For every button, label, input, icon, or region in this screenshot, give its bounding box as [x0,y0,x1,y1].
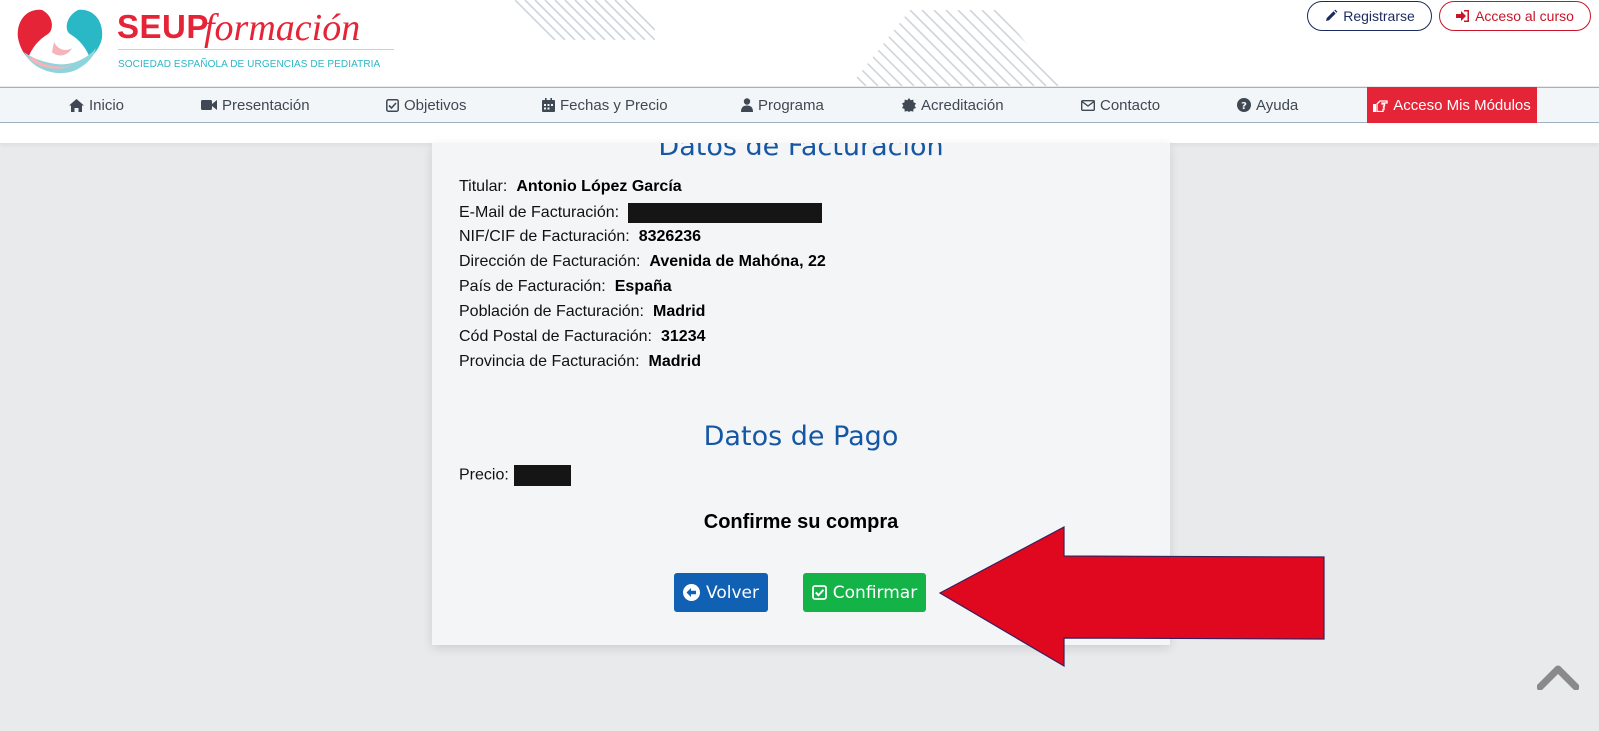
pencil-icon [1326,9,1338,21]
nav-label: Inicio [89,96,125,114]
billing-row-direccion: Dirección de Facturación: Avenida de Mahó… [459,253,826,271]
billing-label: E-Mail de Facturación: [459,204,620,222]
register-label: Registrarse [1343,8,1415,24]
course-access-label: Acceso al curso [1475,8,1574,24]
nav-label: Programa [758,96,824,114]
annotation-arrow-icon [938,526,1325,668]
payment-title: Datos de Pago [703,421,899,452]
payment-row-price: Precio: [459,465,571,486]
billing-value: 8326236 [638,228,702,245]
site-header: SEUP formación SOCIEDAD ESPAÑOLA DE URGE… [0,0,1599,86]
nav-item-acceso-mis-modulos[interactable]: Acceso Mis Módulos [1367,87,1537,123]
sign-in-icon [1456,10,1470,22]
nav-label: Fechas y Precio [560,96,668,114]
logo-divider [118,49,394,50]
arrow-circle-left-icon [683,584,701,601]
certificate-icon [902,98,916,112]
nav-item-inicio[interactable]: Inicio [69,88,124,122]
nav-item-programa[interactable]: Programa [741,88,824,122]
confirm-button[interactable]: Confirmar [803,573,926,612]
check-square-icon [386,98,399,112]
envelope-icon [1081,99,1095,111]
billing-row-email: E-Mail de Facturación: [459,203,823,223]
svg-text:?: ? [1241,101,1247,112]
user-icon [741,98,753,112]
course-access-button[interactable]: Acceso al curso [1439,1,1591,31]
seup-logo-mark [17,9,103,74]
billing-label: Titular: [459,178,508,195]
nav-label: Objetivos [404,96,467,114]
register-button[interactable]: Registrarse [1307,1,1432,31]
billing-label: Dirección de Facturación: [459,253,641,270]
billing-label: Cód Postal de Facturación: [459,328,652,345]
billing-value: Antonio López García [516,178,682,195]
confirm-label: Confirmar [832,582,918,603]
back-button[interactable]: Volver [674,573,768,612]
nav-item-contacto[interactable]: Contacto [1081,88,1160,122]
nav-item-ayuda[interactable]: ? Ayuda [1237,88,1298,122]
main-nav: Inicio Presentación Objetivos Fechas y P… [0,87,1599,123]
billing-row-titular: Titular: Antonio López García [459,178,682,196]
calendar-icon [542,98,555,112]
billing-row-provincia: Provincia de Facturación: Madrid [459,353,701,371]
nav-label: Presentación [222,96,310,114]
billing-label: NIF/CIF de Facturación: [459,228,630,245]
check-square-icon [811,585,827,600]
question-circle-icon: ? [1237,98,1251,112]
back-label: Volver [706,582,759,603]
billing-value: 31234 [661,328,706,345]
billing-label: País de Facturación: [459,278,606,295]
billing-value: Madrid [648,353,701,370]
home-icon [69,98,84,112]
hand-pointer-icon [1373,99,1388,112]
billing-value: España [614,278,672,295]
logo-brand-text: SEUP [117,8,209,45]
redacted-price [513,465,571,486]
billing-label: Población de Facturación: [459,303,644,320]
nav-item-objetivos[interactable]: Objetivos [386,88,467,122]
decorative-stripes [850,10,1060,86]
billing-row-poblacion: Población de Facturación: Madrid [459,303,705,321]
nav-item-presentacion[interactable]: Presentación [201,88,310,122]
redacted-email [628,203,823,223]
billing-value: Madrid [653,303,706,320]
billing-label: Provincia de Facturación: [459,353,640,370]
seup-logo[interactable]: SEUP formación SOCIEDAD ESPAÑOLA DE URGE… [14,7,404,78]
nav-item-acreditacion[interactable]: Acreditación [902,88,1004,122]
video-camera-icon [201,100,217,110]
logo-subtitle: SOCIEDAD ESPAÑOLA DE URGENCIAS DE PEDIAT… [118,59,381,70]
billing-row-cod-postal: Cód Postal de Facturación: 31234 [459,328,706,346]
scroll-to-top-icon[interactable] [1537,664,1579,690]
price-label: Precio: [459,466,509,484]
decorative-stripes [515,0,655,40]
nav-label: Ayuda [1256,96,1299,114]
billing-row-nif: NIF/CIF de Facturación: 8326236 [459,228,701,246]
nav-item-fechas-precio[interactable]: Fechas y Precio [542,88,668,122]
nav-label: Contacto [1100,96,1161,114]
billing-row-pais: País de Facturación: España [459,278,672,296]
nav-label: Acceso Mis Módulos [1393,96,1531,114]
billing-value: Avenida de Mahóna, 22 [649,253,826,270]
nav-label: Acreditación [921,96,1004,114]
logo-script-text: formación [204,7,361,49]
